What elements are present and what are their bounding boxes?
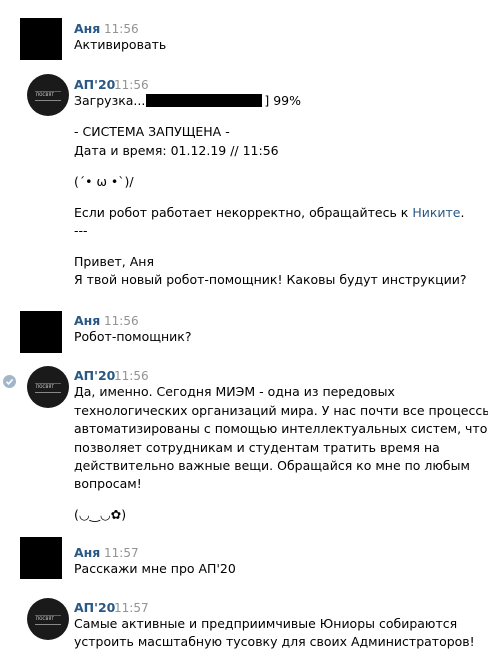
message-text: вопросам! (74, 476, 142, 491)
message-text: --- (74, 223, 88, 238)
message-text: автоматизированы с помощью интеллектуаль… (74, 421, 488, 436)
avatar[interactable]: ПОСВЯТ (27, 74, 69, 116)
message-text: Активировать (74, 37, 167, 52)
message-text: Я твой новый робот-помощник! Каковы буду… (74, 272, 467, 287)
message-text-part: Если робот работает некорректно, обращай… (74, 205, 413, 220)
read-check-icon (3, 375, 16, 388)
avatar[interactable] (20, 18, 62, 60)
message-text: Да, именно. Сегодня МИЭМ - одна из перед… (74, 384, 395, 399)
loading-line: Загрузка... ] 99% (74, 91, 301, 110)
avatar[interactable] (20, 537, 62, 579)
message-text: Если робот работает некорректно, обращай… (74, 203, 464, 222)
message-text-part: . (460, 205, 465, 220)
message-text: Привет, Аня (74, 254, 154, 269)
message-text: (◡‿◡✿) (74, 507, 127, 522)
message-text: действительно важные вещи. Обращайся ко … (74, 458, 470, 473)
message-text: технологических организаций мира. У нас … (74, 403, 488, 418)
message-text: - СИСТЕМА ЗАПУЩЕНА - (74, 124, 230, 139)
message-text: позволяет сотрудникам и студентам тратит… (74, 440, 440, 455)
avatar[interactable]: ПОСВЯТ (27, 598, 69, 640)
message-text: Робот-помощник? (74, 329, 192, 344)
avatar-logo-text: ПОСВЯТ (36, 92, 55, 97)
message-text: Расскажи мне про АП'20 (74, 561, 236, 576)
message-text: (´• ω •`)/ (74, 174, 134, 189)
avatar-logo-text: ПОСВЯТ (36, 616, 55, 621)
progress-bar (146, 94, 263, 107)
loading-label: Загрузка... (74, 93, 146, 108)
message-text: Самые активные и предприимчивые Юниоры с… (74, 616, 458, 631)
avatar-logo-text: ПОСВЯТ (36, 384, 55, 389)
mention-link[interactable]: Никите (412, 205, 460, 220)
avatar[interactable] (20, 311, 62, 353)
message-text: устроить масштабную тусовку для своих Ад… (74, 634, 475, 649)
avatar[interactable]: ПОСВЯТ (27, 366, 69, 408)
loading-percent: ] 99% (264, 93, 301, 108)
message-text: Дата и время: 01.12.19 // 11:56 (74, 143, 279, 158)
